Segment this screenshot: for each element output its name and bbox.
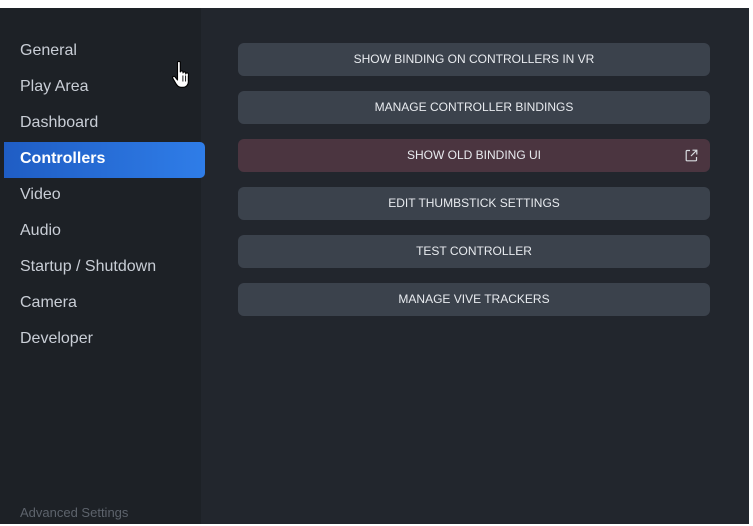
external-link-icon [685,149,698,162]
settings-window: General Play Area Dashboard Controllers … [0,8,749,524]
manage-vive-trackers-button[interactable]: MANAGE VIVE TRACKERS [238,283,710,316]
sidebar: General Play Area Dashboard Controllers … [0,8,205,524]
sidebar-item-startup-shutdown[interactable]: Startup / Shutdown [4,250,205,286]
sidebar-item-camera[interactable]: Camera [4,286,205,322]
button-label: MANAGE VIVE TRACKERS [398,292,550,306]
sidebar-item-audio[interactable]: Audio [4,214,205,250]
test-controller-button[interactable]: TEST CONTROLLER [238,235,710,268]
button-label: EDIT THUMBSTICK SETTINGS [388,196,560,210]
show-binding-in-vr-button[interactable]: SHOW BINDING ON CONTROLLERS IN VR [238,43,710,76]
edit-thumbstick-settings-button[interactable]: EDIT THUMBSTICK SETTINGS [238,187,710,220]
button-label: TEST CONTROLLER [416,244,532,258]
manage-controller-bindings-button[interactable]: MANAGE CONTROLLER BINDINGS [238,91,710,124]
button-label: SHOW BINDING ON CONTROLLERS IN VR [353,52,595,66]
button-label: SHOW OLD BINDING UI [406,148,541,162]
advanced-settings-link[interactable]: Advanced Settings [20,505,128,520]
sidebar-item-developer[interactable]: Developer [4,322,205,358]
sidebar-item-controllers[interactable]: Controllers [4,142,205,178]
hand-pointer-icon [172,60,189,88]
controller-actions: SHOW BINDING ON CONTROLLERS IN VR MANAGE… [238,43,710,331]
button-label: MANAGE CONTROLLER BINDINGS [374,100,574,114]
sidebar-item-dashboard[interactable]: Dashboard [4,106,205,142]
sidebar-item-video[interactable]: Video [4,178,205,214]
show-old-binding-ui-button[interactable]: SHOW OLD BINDING UI [238,139,710,172]
